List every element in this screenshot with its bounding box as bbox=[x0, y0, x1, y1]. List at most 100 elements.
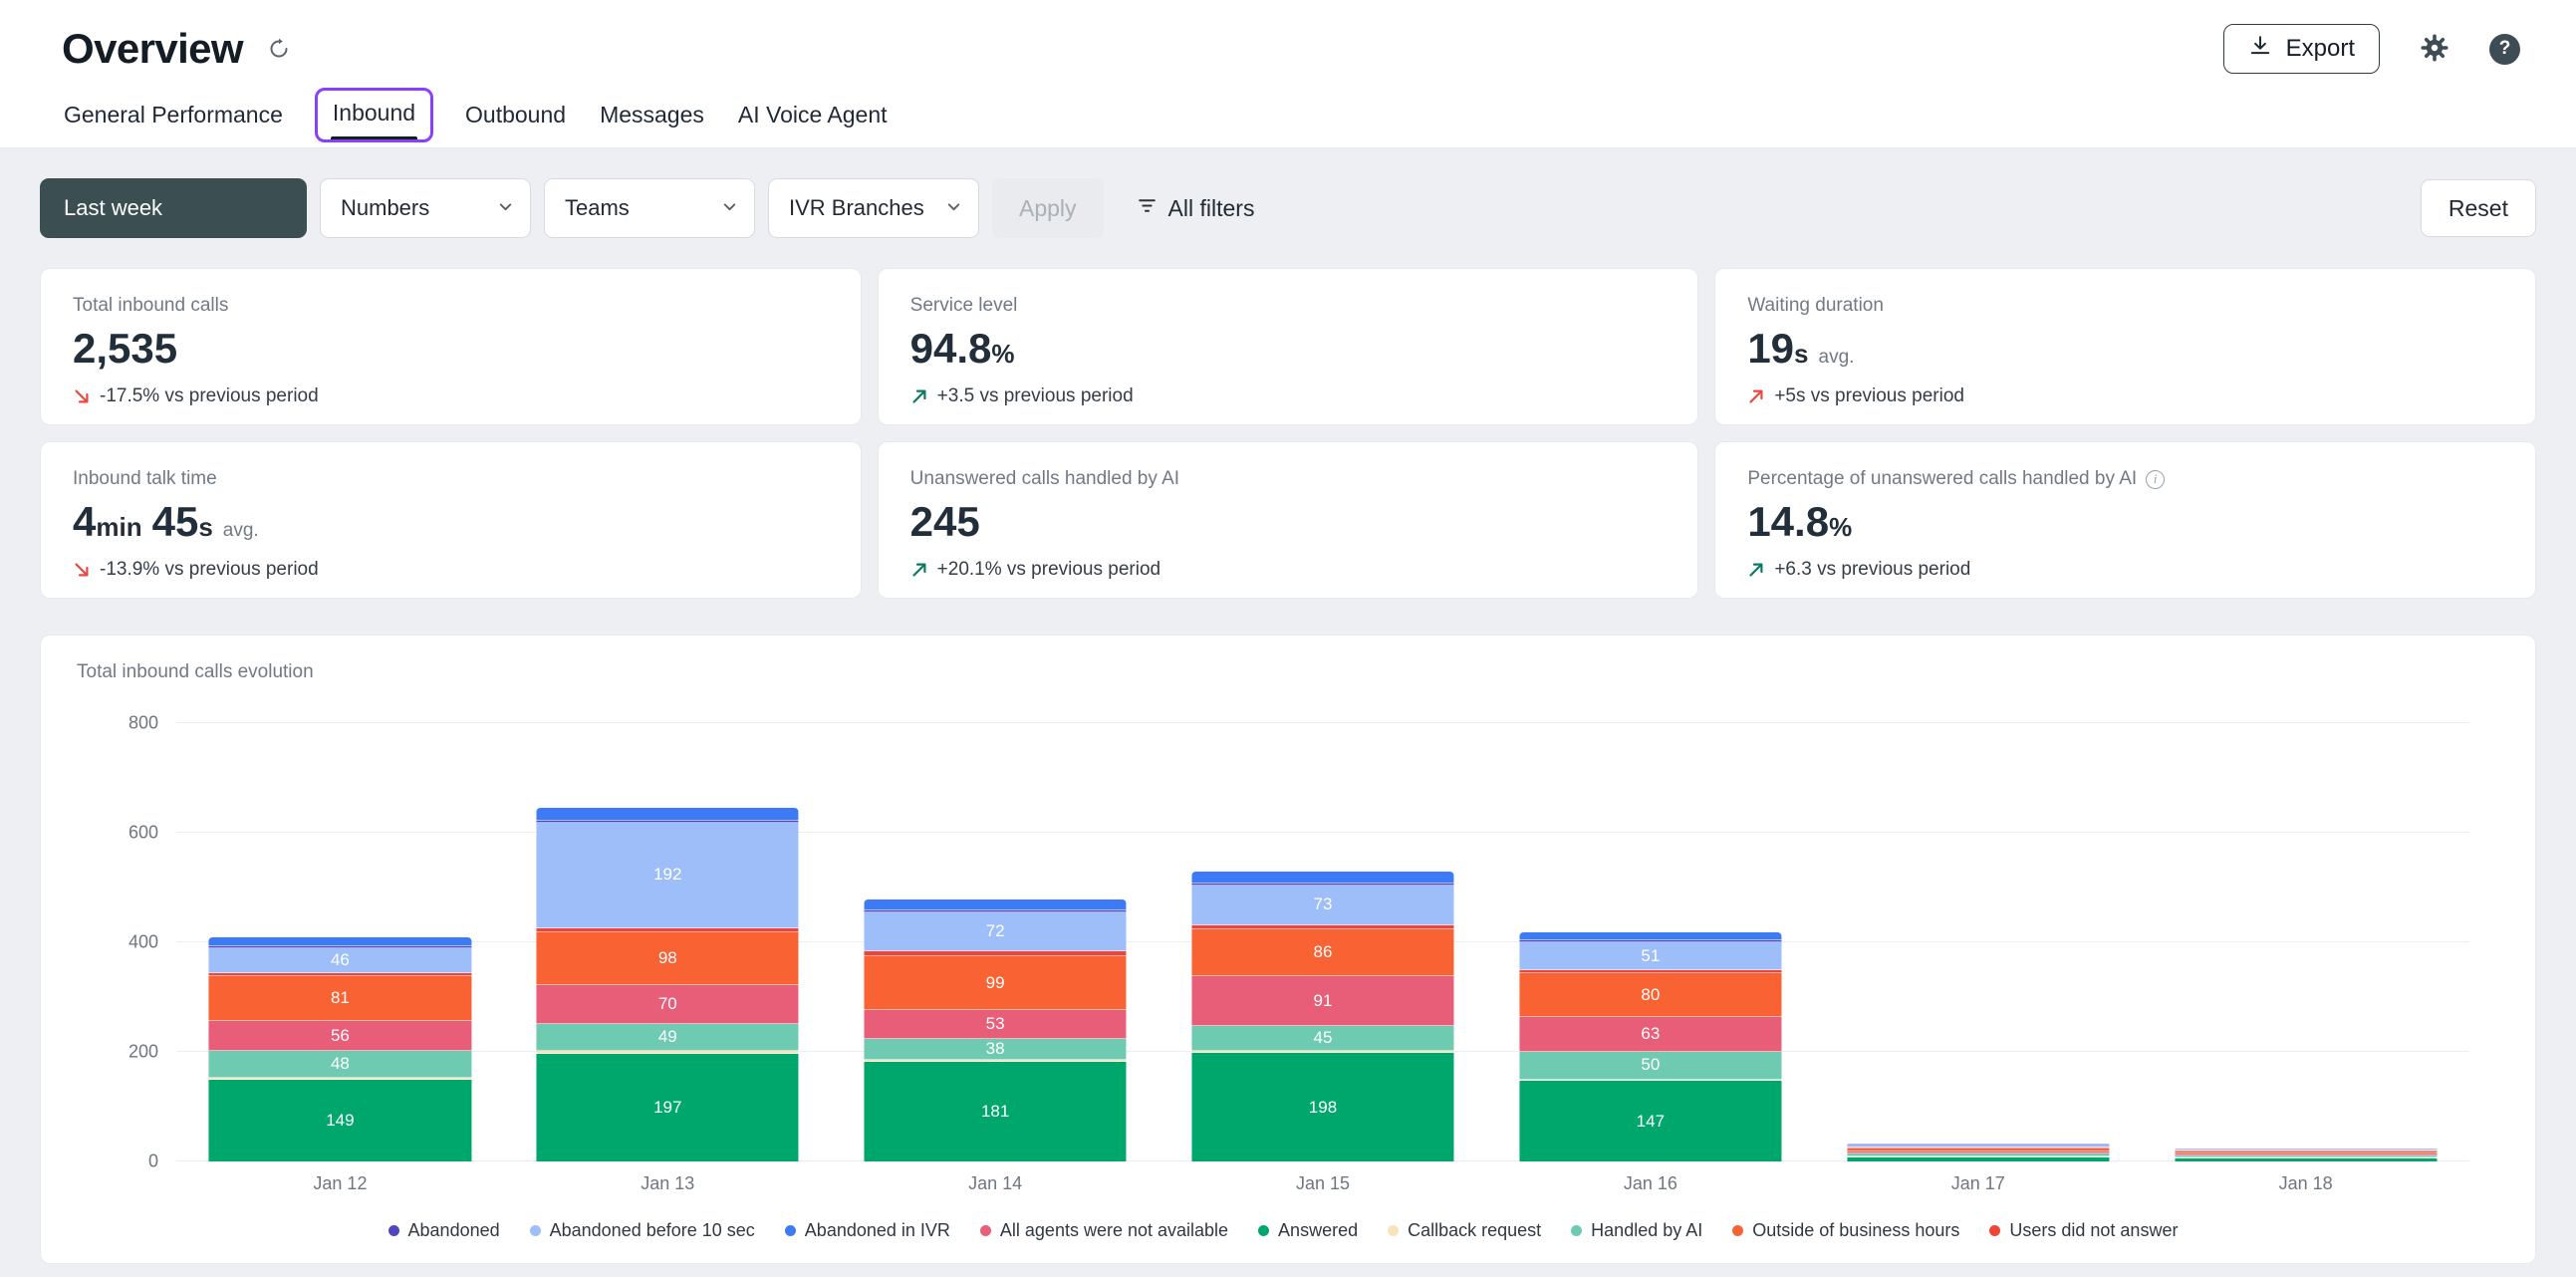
legend-label: Answered bbox=[1278, 1220, 1358, 1241]
reset-button[interactable]: Reset bbox=[2421, 179, 2536, 237]
arrow-up-icon bbox=[910, 387, 928, 405]
bar-segment-answered[interactable]: 147 bbox=[1519, 1081, 1781, 1161]
bar-segment-handled-by-ai[interactable]: 38 bbox=[865, 1039, 1127, 1060]
bar-segment-all-agents-were-not-available[interactable]: 91 bbox=[1191, 976, 1453, 1026]
bar-segment-all-agents-were-not-available[interactable]: 63 bbox=[1519, 1017, 1781, 1052]
chart-x-axis: Jan 12Jan 13Jan 14Jan 15Jan 16Jan 17Jan … bbox=[176, 1173, 2469, 1194]
kpi-label: Inbound talk time bbox=[73, 468, 829, 490]
bar-segment-handled-by-ai[interactable]: 45 bbox=[1191, 1026, 1453, 1051]
bar-column-jan-16: 147506380 51 bbox=[1486, 723, 1814, 1161]
legend-dot-icon bbox=[1732, 1225, 1743, 1236]
bar-segment-answered[interactable]: 197 bbox=[537, 1054, 799, 1161]
kpi-value-suffix: avg. bbox=[1819, 347, 1855, 369]
x-axis-label: Jan 12 bbox=[176, 1173, 504, 1194]
bar-segment-outside-of-business-hours[interactable]: 99 bbox=[865, 956, 1127, 1010]
legend-item-abandoned-before-10-sec[interactable]: Abandoned before 10 sec bbox=[530, 1220, 755, 1241]
tab-messages[interactable]: Messages bbox=[598, 92, 706, 138]
legend-dot-icon bbox=[980, 1225, 991, 1236]
bar-segment-abandoned-in-ivr[interactable] bbox=[1191, 872, 1453, 884]
bar-segment-abandoned-before-10-sec[interactable]: 51 bbox=[1519, 942, 1781, 970]
dropdown-numbers[interactable]: Numbers bbox=[320, 178, 531, 238]
stacked-bar[interactable]: 197 497098192 bbox=[537, 808, 799, 1161]
legend-label: Abandoned in IVR bbox=[805, 1220, 950, 1241]
bar-segment-handled-by-ai[interactable]: 48 bbox=[209, 1051, 471, 1077]
tab-outbound[interactable]: Outbound bbox=[463, 92, 568, 138]
tab-ai-voice-agent[interactable]: AI Voice Agent bbox=[736, 92, 890, 138]
x-axis-label: Jan 18 bbox=[2142, 1173, 2469, 1194]
bar-segment-abandoned-before-10-sec[interactable]: 192 bbox=[537, 823, 799, 928]
filter-icon bbox=[1137, 195, 1158, 222]
bar-segment-handled-by-ai[interactable]: 50 bbox=[1519, 1052, 1781, 1080]
date-range-filter[interactable]: Last week bbox=[40, 178, 307, 238]
chart-bars: 1494856814619749709819218138539972198459… bbox=[176, 723, 2469, 1161]
bar-segment-handled-by-ai[interactable]: 49 bbox=[537, 1024, 799, 1051]
y-axis-tick-label: 800 bbox=[89, 712, 158, 733]
info-icon[interactable]: i bbox=[2146, 470, 2165, 489]
legend-item-outside-of-business-hours[interactable]: Outside of business hours bbox=[1732, 1220, 1959, 1241]
bar-segment-outside-of-business-hours[interactable]: 81 bbox=[209, 976, 471, 1021]
active-tab-indicator bbox=[331, 136, 417, 139]
legend-item-abandoned[interactable]: Abandoned bbox=[388, 1220, 500, 1241]
page-title: Overview bbox=[62, 25, 243, 73]
dropdown-label: Teams bbox=[565, 195, 630, 221]
bar-segment-outside-of-business-hours[interactable]: 98 bbox=[537, 932, 799, 986]
bar-segment-answered[interactable]: 181 bbox=[865, 1062, 1127, 1161]
legend-item-handled-by-ai[interactable]: Handled by AI bbox=[1571, 1220, 1702, 1241]
legend-item-callback-request[interactable]: Callback request bbox=[1388, 1220, 1541, 1241]
bar-segment-outside-of-business-hours[interactable]: 80 bbox=[1519, 973, 1781, 1017]
bar-segment-all-agents-were-not-available[interactable]: 56 bbox=[209, 1021, 471, 1052]
kpi-card-total-inbound-calls: Total inbound calls2,535-17.5% vs previo… bbox=[40, 268, 862, 425]
legend-item-answered[interactable]: Answered bbox=[1258, 1220, 1358, 1241]
bar-segment-answered[interactable] bbox=[2175, 1158, 2437, 1161]
stacked-bar[interactable] bbox=[1847, 1144, 2109, 1161]
tab-inbound[interactable]: Inbound bbox=[315, 88, 433, 142]
legend-dot-icon bbox=[1258, 1225, 1269, 1236]
bar-segment-abandoned-in-ivr[interactable] bbox=[865, 899, 1127, 910]
filter-bar: Last week Numbers Teams IVR Branches Apply… bbox=[40, 178, 2536, 238]
bar-column-jan-17 bbox=[1814, 723, 2142, 1161]
legend-label: Abandoned before 10 sec bbox=[550, 1220, 755, 1241]
main-content: Last week Numbers Teams IVR Branches Apply… bbox=[0, 178, 2576, 1264]
bar-segment-abandoned-in-ivr[interactable] bbox=[1519, 932, 1781, 940]
kpi-value: 245 bbox=[910, 498, 1667, 546]
refresh-button[interactable] bbox=[263, 33, 295, 68]
bar-segment-abandoned-in-ivr[interactable] bbox=[209, 937, 471, 946]
stacked-bar[interactable] bbox=[2175, 1149, 2437, 1161]
apply-button[interactable]: Apply bbox=[992, 178, 1104, 238]
bar-segment-answered[interactable]: 198 bbox=[1191, 1053, 1453, 1161]
kpi-label-text: Percentage of unanswered calls handled b… bbox=[1747, 468, 2137, 490]
dropdown-teams[interactable]: Teams bbox=[544, 178, 755, 238]
bar-segment-abandoned-before-10-sec[interactable]: 73 bbox=[1191, 886, 1453, 925]
bar-segment-all-agents-were-not-available[interactable]: 53 bbox=[865, 1010, 1127, 1039]
bar-segment-abandoned-before-10-sec[interactable]: 72 bbox=[865, 912, 1127, 952]
chart-title: Total inbound calls evolution bbox=[77, 661, 2489, 683]
stacked-bar[interactable]: 18138539972 bbox=[865, 899, 1127, 1161]
bar-segment-answered[interactable]: 149 bbox=[209, 1080, 471, 1161]
kpi-card-percentage-of-unanswered-calls-handled-by-ai: Percentage of unanswered calls handled b… bbox=[1714, 441, 2536, 599]
legend-item-users-did-not-answer[interactable]: Users did not answer bbox=[1989, 1220, 2178, 1241]
stacked-bar[interactable]: 147506380 51 bbox=[1519, 932, 1781, 1161]
stacked-bar[interactable]: 149 485681 46 bbox=[209, 937, 471, 1161]
dropdown-ivr-branches[interactable]: IVR Branches bbox=[768, 178, 979, 238]
tab-label: AI Voice Agent bbox=[738, 102, 888, 128]
kpi-card-unanswered-calls-handled-by-ai: Unanswered calls handled by AI 245 +20.1% … bbox=[878, 441, 1699, 599]
kpi-label-text: Unanswered calls handled by AI bbox=[910, 468, 1179, 490]
settings-button[interactable] bbox=[2420, 33, 2449, 66]
kpi-value-part: % bbox=[991, 339, 1014, 370]
kpi-delta-text: +20.1% vs previous period bbox=[937, 559, 1160, 581]
bar-segment-abandoned-in-ivr[interactable] bbox=[537, 808, 799, 821]
help-button[interactable]: ? bbox=[2489, 34, 2520, 65]
tab-general-performance[interactable]: General Performance bbox=[62, 92, 285, 138]
export-button[interactable]: Export bbox=[2223, 24, 2380, 74]
bar-segment-outside-of-business-hours[interactable]: 86 bbox=[1191, 929, 1453, 976]
legend-dot-icon bbox=[1571, 1225, 1582, 1236]
legend-item-abandoned-in-ivr[interactable]: Abandoned in IVR bbox=[785, 1220, 950, 1241]
bar-segment-all-agents-were-not-available[interactable]: 70 bbox=[537, 985, 799, 1024]
legend-item-all-agents-were-not-available[interactable]: All agents were not available bbox=[980, 1220, 1228, 1241]
all-filters-button[interactable]: All filters bbox=[1131, 194, 1261, 223]
bar-segment-answered[interactable] bbox=[1847, 1157, 2109, 1161]
kpi-label: Service level bbox=[910, 295, 1667, 317]
bar-segment-abandoned-before-10-sec[interactable]: 46 bbox=[209, 948, 471, 973]
stacked-bar[interactable]: 198459186 73 bbox=[1191, 872, 1453, 1161]
chart-legend: Abandoned Abandoned before 10 sec Abandone… bbox=[77, 1220, 2489, 1241]
